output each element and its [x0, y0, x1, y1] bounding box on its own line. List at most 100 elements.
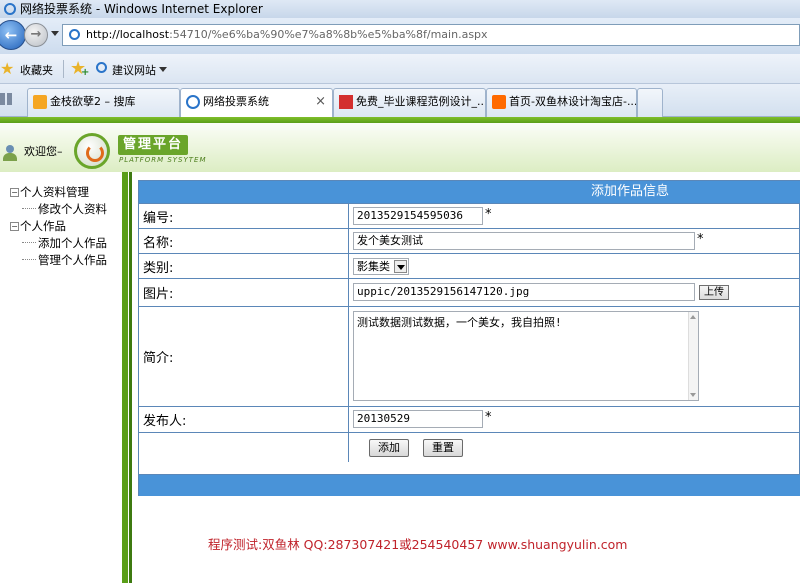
suggested-sites-dropdown-icon[interactable] — [159, 67, 167, 72]
taobao-icon — [492, 95, 506, 109]
reset-button[interactable]: 重置 — [423, 439, 463, 457]
header-stripe — [0, 117, 800, 123]
form-row-actions: 添加 重置 — [139, 432, 800, 462]
form-row-intro: 简介: 测试数据测试数据，一个美女，我自拍照! — [139, 306, 800, 406]
tree-group-works[interactable]: − 个人作品 — [10, 218, 107, 235]
logo-title: 管理平台 — [118, 135, 188, 155]
nav-tree: − 个人资料管理 修改个人资料 − 个人作品 添加个人作品 管理个人作品 — [10, 184, 107, 269]
required-mark: * — [485, 207, 492, 222]
favorites-star-icon[interactable]: ★ — [0, 59, 14, 78]
sidebar-nav: − 个人资料管理 修改个人资料 − 个人作品 添加个人作品 管理个人作品 — [0, 172, 122, 583]
id-input[interactable]: 2013529154595036 — [353, 207, 483, 225]
publisher-input[interactable]: 20130529 — [353, 410, 483, 428]
required-mark: * — [485, 410, 492, 425]
form-footer-bar — [139, 474, 800, 496]
favorites-bar: ★ 收藏夹 ★ + 建议网站 — [0, 54, 800, 84]
footer-credit: 程序测试:双鱼林 QQ:287307421或254540457 www.shua… — [208, 537, 628, 552]
logo-emblem-icon — [74, 133, 110, 169]
field-label: 名称: — [139, 229, 349, 253]
quick-tabs-icon[interactable] — [0, 93, 12, 105]
form-row-category: 类别: 影集类 — [139, 253, 800, 278]
tree-connector — [22, 259, 36, 260]
form-row-publisher: 发布人: 20130529 * — [139, 406, 800, 432]
intro-text: 测试数据测试数据，一个美女，我自拍照! — [357, 316, 562, 329]
suggested-sites-icon — [96, 62, 107, 73]
field-label: 发布人: — [139, 407, 349, 432]
admin-header-banner: 欢迎您– 管理平台 PLATFORM SYSYTEM — [0, 117, 800, 172]
toolbar-divider — [63, 60, 64, 78]
tab-voting-system[interactable]: 网络投票系统 × — [180, 88, 333, 118]
sidebar-item-label[interactable]: 添加个人作品 — [38, 236, 107, 250]
url-host: http://localhost — [86, 28, 170, 41]
form-row-id: 编号: 2013529154595036 * — [139, 203, 800, 228]
back-button[interactable]: ← — [0, 20, 26, 50]
tab-label: 网络投票系统 — [203, 95, 269, 108]
url-path: :54710/%e6%ba%90%e7%a8%8b%e5%ba%8f/main.… — [169, 28, 488, 41]
address-toolbar: ← → http://localhost:54710/%e6%ba%90%e7%… — [0, 18, 800, 54]
soku-icon — [33, 95, 47, 109]
main-content: 添加作品信息 编号: 2013529154595036 * 名称: 发个美女测试… — [132, 172, 800, 583]
tab-label: 免费_毕业课程范例设计_... — [356, 95, 486, 108]
intro-textarea[interactable]: 测试数据测试数据，一个美女，我自拍照! — [353, 311, 699, 401]
tree-group-label[interactable]: 个人资料管理 — [20, 185, 89, 199]
tree-connector — [22, 242, 36, 243]
field-label: 类别: — [139, 254, 349, 278]
add-favorite-icon[interactable]: ★ + — [70, 58, 89, 79]
tab-free-course-design[interactable]: 免费_毕业课程范例设计_... — [333, 88, 486, 117]
red-site-icon — [339, 95, 353, 109]
ie-page-icon — [186, 95, 200, 109]
user-icon — [2, 145, 18, 161]
sidebar-item-label[interactable]: 管理个人作品 — [38, 253, 107, 267]
sidebar-item-add-work[interactable]: 添加个人作品 — [10, 235, 107, 252]
required-mark: * — [697, 232, 704, 247]
history-dropdown-icon[interactable] — [51, 31, 59, 36]
sidebar-item-edit-profile[interactable]: 修改个人资料 — [10, 201, 107, 218]
field-label: 图片: — [139, 279, 349, 306]
forward-arrow-icon: → — [30, 27, 42, 42]
actions-label-cell — [139, 433, 349, 462]
forward-button[interactable]: → — [24, 23, 48, 47]
close-icon[interactable]: × — [315, 89, 326, 115]
back-arrow-icon: ← — [4, 26, 18, 44]
address-input[interactable]: http://localhost:54710/%e6%ba%90%e7%a8%8… — [62, 24, 800, 46]
collapse-toggle-icon[interactable]: − — [10, 222, 19, 231]
tree-group-label[interactable]: 个人作品 — [20, 219, 66, 233]
collapse-toggle-icon[interactable]: − — [10, 188, 19, 197]
new-tab-button[interactable] — [637, 88, 663, 117]
window-titlebar: 网络投票系统 - Windows Internet Explorer — [0, 0, 800, 18]
category-select[interactable]: 影集类 — [353, 258, 409, 275]
page-icon — [69, 29, 80, 40]
sidebar-item-manage-works[interactable]: 管理个人作品 — [10, 252, 107, 269]
category-selected-value: 影集类 — [357, 260, 390, 273]
field-label: 编号: — [139, 204, 349, 228]
scroll-down-icon[interactable] — [690, 393, 696, 397]
tree-group-profile[interactable]: − 个人资料管理 — [10, 184, 107, 201]
tab-label: 金枝欲孽2 – 搜库 — [50, 95, 136, 108]
scroll-up-icon[interactable] — [690, 315, 696, 319]
form-row-image: 图片: uppic/2013529156147120.jpg 上传 — [139, 278, 800, 306]
sidebar-item-label[interactable]: 修改个人资料 — [38, 202, 107, 216]
add-button[interactable]: 添加 — [369, 439, 409, 457]
favorites-button[interactable]: 收藏夹 — [20, 62, 53, 78]
form-title: 添加作品信息 — [139, 181, 800, 203]
tab-taobao-shop[interactable]: 首页-双鱼林设计淘宝店-... — [486, 88, 637, 117]
tab-label: 首页-双鱼林设计淘宝店-... — [509, 95, 637, 108]
tab-soku[interactable]: 金枝欲孽2 – 搜库 — [27, 88, 180, 117]
tree-connector — [22, 208, 36, 209]
ie-logo-icon — [4, 3, 16, 15]
sidebar-divider — [122, 172, 132, 583]
welcome-text: 欢迎您– — [24, 145, 63, 158]
form-row-name: 名称: 发个美女测试 * — [139, 228, 800, 253]
field-label: 简介: — [139, 307, 349, 406]
web-page: 欢迎您– 管理平台 PLATFORM SYSYTEM − 个人资料管理 修改个人资… — [0, 117, 800, 583]
image-path-input[interactable]: uppic/2013529156147120.jpg — [353, 283, 695, 301]
logo-subtitle: PLATFORM SYSYTEM — [119, 156, 207, 164]
upload-button[interactable]: 上传 — [699, 285, 729, 300]
name-input[interactable]: 发个美女测试 — [353, 232, 695, 250]
add-work-form: 添加作品信息 编号: 2013529154595036 * 名称: 发个美女测试… — [138, 180, 800, 496]
tab-bar: 金枝欲孽2 – 搜库 网络投票系统 × 免费_毕业课程范例设计_... 首页-双… — [0, 84, 800, 118]
suggested-sites-button[interactable]: 建议网站 — [112, 62, 156, 78]
chevron-down-icon[interactable] — [394, 260, 407, 273]
window-title: 网络投票系统 - Windows Internet Explorer — [20, 2, 263, 16]
textarea-scrollbar[interactable] — [688, 312, 698, 400]
